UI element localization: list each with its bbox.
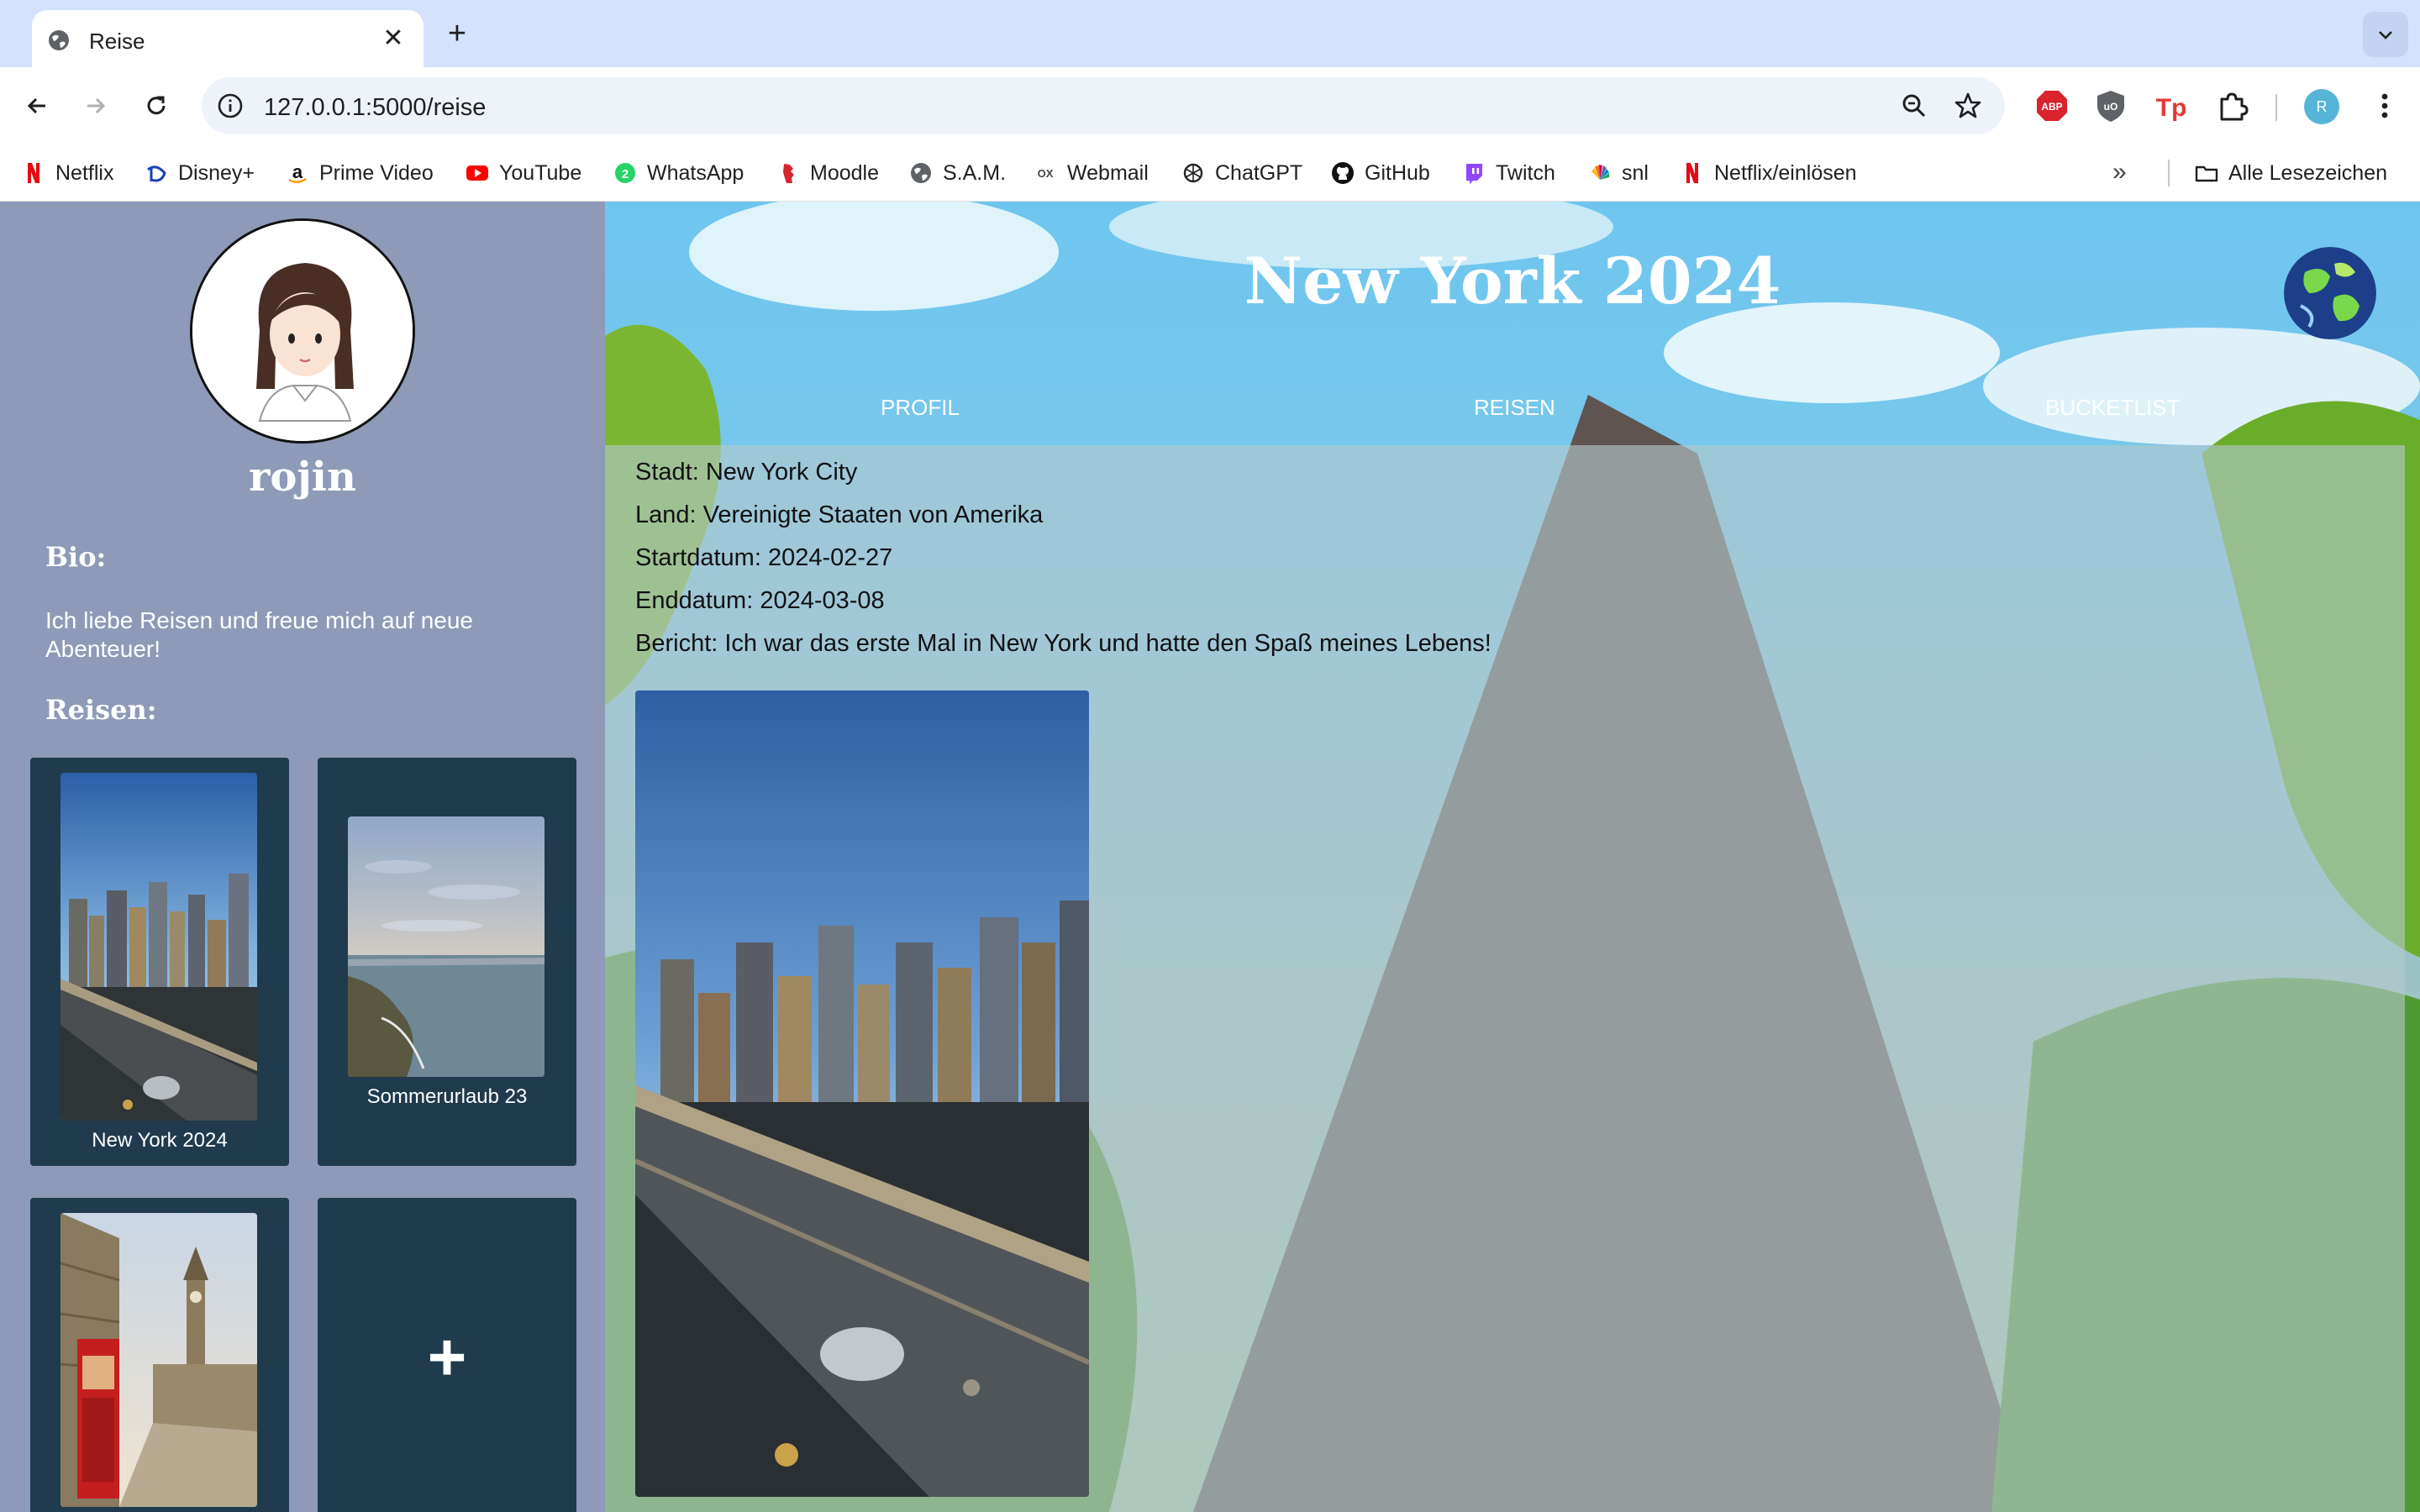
trip-thumbnail bbox=[348, 816, 544, 1077]
trip-detail-main: New York 2024 PROFIL REISEN BUCKETLIST S… bbox=[605, 202, 2420, 1512]
svg-text:OX: OX bbox=[1038, 167, 1054, 180]
trip-report: Bericht: Ich war das erste Mal in New Yo… bbox=[635, 630, 1491, 657]
tab-search-button[interactable] bbox=[2363, 12, 2408, 57]
more-vert-icon[interactable] bbox=[2366, 87, 2403, 124]
netflix-icon bbox=[28, 163, 39, 183]
nav-link-bucketlist[interactable]: BUCKETLIST bbox=[2045, 395, 2180, 421]
svg-text:a: a bbox=[292, 161, 303, 182]
bookmark-webmail[interactable]: OX Webmail bbox=[1034, 156, 1149, 190]
plus-icon: + bbox=[427, 1320, 467, 1394]
svg-text:uO: uO bbox=[2104, 101, 2118, 113]
bookmark-youtube[interactable]: YouTube bbox=[466, 156, 581, 190]
close-icon[interactable]: ✕ bbox=[378, 24, 408, 54]
username: rojin bbox=[249, 454, 356, 501]
reload-button[interactable] bbox=[134, 84, 178, 128]
chatgpt-icon bbox=[1183, 163, 1203, 183]
forward-button[interactable] bbox=[74, 84, 118, 128]
trip-end-date: Enddatum: 2024-03-08 bbox=[635, 587, 885, 614]
bookmarks-divider bbox=[2168, 160, 2170, 186]
ox-icon: OX bbox=[1038, 167, 1054, 180]
adblock-icon[interactable]: ABP bbox=[2032, 86, 2072, 126]
trip-photo bbox=[635, 690, 1089, 1497]
nbc-peacock-icon bbox=[1591, 165, 1609, 180]
bookmark-twitch[interactable]: Twitch bbox=[1462, 156, 1555, 190]
trip-card-summer[interactable]: Sommerurlaub 23 bbox=[318, 758, 576, 1166]
bookmark-snl[interactable]: snl bbox=[1588, 156, 1649, 190]
web-page: rojin Bio: Ich liebe Reisen und freue mi… bbox=[0, 202, 2420, 1512]
berlin-bear-icon bbox=[783, 164, 794, 183]
address-bar[interactable]: 127.0.0.1:5000/reise bbox=[202, 77, 2005, 134]
bookmark-netflix-redeem[interactable]: Netflix/einlösen bbox=[1681, 156, 1857, 190]
zoom-icon[interactable] bbox=[1899, 91, 1929, 121]
profile-avatar[interactable]: R bbox=[2304, 89, 2339, 124]
browser-tab[interactable]: Reise ✕ bbox=[32, 10, 424, 67]
trip-card-label: Sommerurlaub 23 bbox=[366, 1085, 528, 1108]
bookmarks-bar: Netflix Disney+ a Prime Video YouTube 2 … bbox=[0, 144, 2420, 202]
tp-extension-icon[interactable]: Tp bbox=[2151, 86, 2191, 126]
bookmark-sam[interactable]: S.A.M. bbox=[909, 156, 1006, 190]
bookmark-disney[interactable]: Disney+ bbox=[145, 156, 255, 190]
bio-heading: Bio: bbox=[45, 541, 107, 573]
trip-card-label: New York 2024 bbox=[92, 1129, 228, 1152]
bio-text: Ich liebe Reisen und freue mich auf neue… bbox=[45, 607, 473, 662]
star-icon[interactable] bbox=[1953, 91, 1983, 121]
bookmark-chatgpt[interactable]: ChatGPT bbox=[1181, 156, 1302, 190]
arrow-left-icon bbox=[27, 97, 45, 114]
bookmark-prime-video[interactable]: a Prime Video bbox=[286, 156, 434, 190]
bookmark-netflix[interactable]: Netflix bbox=[22, 156, 113, 190]
youtube-icon bbox=[466, 165, 488, 181]
folder-icon bbox=[2195, 165, 2218, 182]
tab-title: Reise bbox=[89, 29, 145, 54]
svg-text:Tp: Tp bbox=[2156, 94, 2187, 122]
bookmark-github[interactable]: GitHub bbox=[1331, 156, 1430, 190]
trip-thumbnail bbox=[60, 1213, 257, 1507]
whatsapp-icon: 2 bbox=[615, 163, 635, 183]
trip-city: Stadt: New York City bbox=[635, 459, 858, 486]
ublock-icon[interactable]: uO bbox=[2091, 86, 2131, 126]
arrow-right-icon bbox=[87, 97, 106, 114]
globe-icon bbox=[49, 30, 69, 50]
extensions-icon[interactable] bbox=[2212, 86, 2252, 126]
trip-start-date: Startdatum: 2024-02-27 bbox=[635, 544, 893, 571]
nav-link-profil[interactable]: PROFIL bbox=[881, 395, 960, 421]
amazon-icon: a bbox=[288, 161, 307, 183]
chevron-double-right-icon[interactable]: » bbox=[2112, 158, 2127, 186]
bookmark-whatsapp[interactable]: 2 WhatsApp bbox=[613, 156, 744, 190]
nav-link-reisen[interactable]: REISEN bbox=[1474, 395, 1555, 421]
profile-sidebar: rojin Bio: Ich liebe Reisen und freue mi… bbox=[0, 202, 605, 1512]
chevron-down-icon bbox=[2379, 31, 2392, 39]
back-button[interactable] bbox=[15, 84, 59, 128]
svg-text:ABP: ABP bbox=[2041, 101, 2062, 113]
toolbar-divider bbox=[2275, 94, 2277, 121]
browser-toolbar: 127.0.0.1:5000/reise ABP uO Tp R bbox=[0, 67, 2420, 144]
all-bookmarks-button[interactable]: Alle Lesezeichen bbox=[2195, 156, 2387, 190]
trip-thumbnail bbox=[60, 773, 257, 1121]
disney-icon bbox=[147, 165, 166, 182]
info-icon[interactable] bbox=[213, 89, 247, 123]
bookmark-moodle[interactable]: Moodle bbox=[776, 156, 879, 190]
avatar bbox=[190, 218, 415, 444]
reload-icon bbox=[147, 96, 166, 115]
trip-card-london[interactable] bbox=[30, 1198, 289, 1512]
svg-text:2: 2 bbox=[622, 167, 629, 181]
add-trip-button[interactable]: + bbox=[318, 1198, 576, 1512]
globe-logo[interactable] bbox=[2284, 247, 2376, 339]
trips-heading: Reisen: bbox=[45, 694, 157, 726]
page-title: New York 2024 bbox=[1244, 244, 1781, 318]
browser-tabstrip: Reise ✕ + bbox=[0, 0, 2420, 67]
globe-icon bbox=[911, 163, 931, 183]
url-text[interactable]: 127.0.0.1:5000/reise bbox=[264, 94, 486, 122]
trip-card-new-york[interactable]: New York 2024 bbox=[30, 758, 289, 1166]
new-tab-button[interactable]: + bbox=[439, 15, 476, 52]
netflix-icon bbox=[1686, 163, 1698, 183]
trip-country: Land: Vereinigte Staaten von Amerika bbox=[635, 501, 1044, 528]
github-icon bbox=[1332, 162, 1354, 184]
twitch-icon bbox=[1466, 164, 1482, 184]
